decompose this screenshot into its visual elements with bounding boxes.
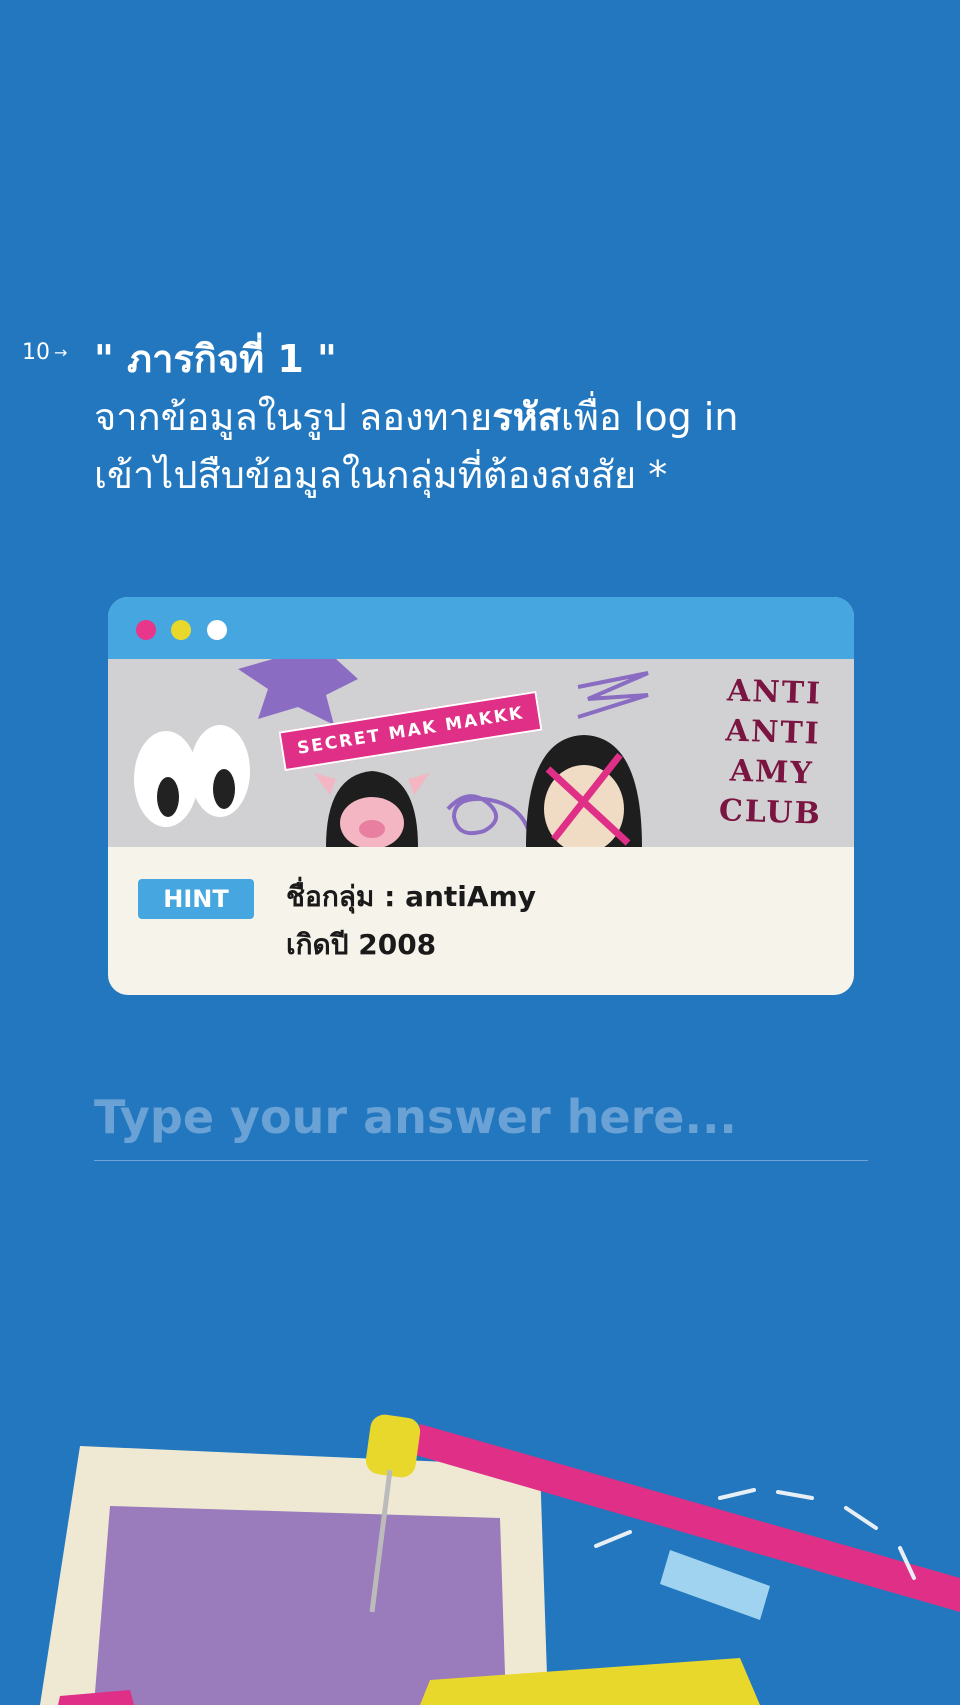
club-line: ANTI [725, 713, 822, 752]
question-title: " ภารกิจที่ 1 " [94, 337, 337, 381]
decorative-bottom-art [40, 1414, 960, 1705]
squiggle-top [577, 671, 649, 719]
hint-line-2: เกิดปี 2008 [286, 928, 437, 961]
question-line-1-bold: รหัส [492, 395, 561, 439]
star-shape [238, 659, 358, 725]
question-text: " ภารกิจที่ 1 " จากข้อมูลในรูป ลองทายรหั… [94, 330, 914, 504]
club-line: CLUB [718, 793, 823, 832]
group-banner-image: SECRET MAK MAKKK ANTI ANTI AMY CLUB [108, 659, 854, 847]
answer-input[interactable] [94, 1090, 868, 1144]
hint-line-1: ชื่อกลุ่ม : antiAmy [286, 880, 536, 913]
question-line-1-suffix: เพื่อ log in [560, 395, 739, 439]
hint-card: SECRET MAK MAKKK ANTI ANTI AMY CLUB HINT… [108, 597, 854, 995]
question-line-1-prefix: จากข้อมูลในรูป ลองทาย [94, 395, 493, 439]
hint-row: HINT ชื่อกลุ่ม : antiAmy เกิดปี 2008 [138, 879, 536, 969]
tape-piece [660, 1550, 770, 1620]
browser-bar [108, 597, 854, 659]
photo-inner [94, 1506, 506, 1705]
question-line-2: เข้าไปสืบข้อมูลในกลุ่มที่ต้องสงสัย * [94, 453, 668, 497]
arrow-right-icon: → [54, 343, 68, 362]
club-line: AMY [729, 753, 815, 792]
window-dot-yellow-icon [171, 620, 191, 640]
window-dot-white-icon [207, 620, 227, 640]
question-number-text: 10 [22, 340, 50, 365]
club-line: ANTI [726, 673, 823, 712]
question-number: 10 → [22, 340, 67, 365]
pushpin-icon [365, 1414, 421, 1478]
hint-badge: HINT [138, 879, 254, 919]
spiral-scribble [446, 794, 530, 836]
hint-text: ชื่อกลุ่ม : antiAmy เกิดปี 2008 [286, 873, 536, 969]
question-line-1: จากข้อมูลในรูป ลองทายรหัสเพื่อ log in [94, 388, 914, 446]
window-dot-pink-icon [136, 620, 156, 640]
answer-field-wrapper [94, 1090, 868, 1161]
club-title: ANTI ANTI AMY CLUB [718, 671, 826, 834]
